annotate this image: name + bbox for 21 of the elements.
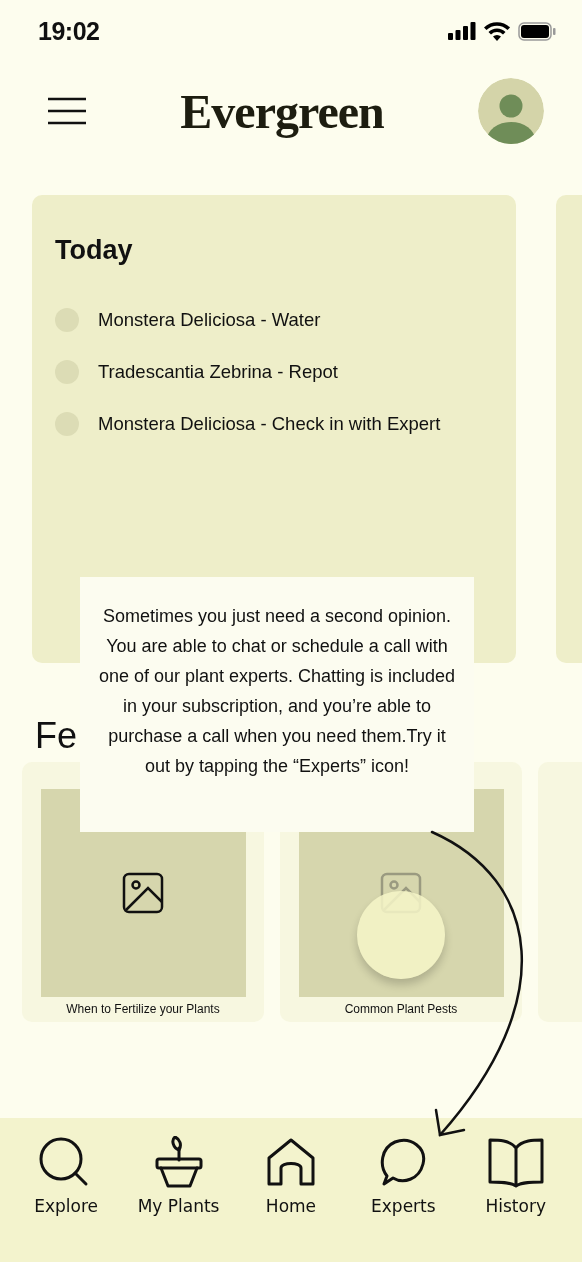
signal-icon [448,22,476,40]
article-caption: Common Plant Pests [344,1002,458,1016]
nav-item[interactable]: My Plants [126,1136,231,1216]
image-icon [122,872,164,914]
task-label: Monstera Deliciosa - Water [98,309,321,331]
hint-tooltip: Sometimes you just need a second opinion. You are able to chat or schedule a call with one of our plant experts. Chatting is included in your subscription, and you’re able to purchase a call when you need them.Try it out by tapping the “Experts” icon! [80,577,474,832]
avatar-button[interactable] [478,78,544,144]
nav-item[interactable]: Home [238,1136,343,1216]
article-caption: When to Fertilize your Plants [66,1002,220,1016]
battery-icon [518,21,556,41]
nav-item[interactable]: Explore [14,1136,119,1216]
task-label: Monstera Deliciosa - Check in with Expert [98,413,441,435]
section-heading: Fe [35,715,77,758]
task-label: Tradescantia Zebrina - Repot [98,361,338,383]
status-time: 19:02 [38,16,100,46]
wifi-icon [484,21,510,41]
app-title: Evergreen [180,83,384,139]
nav-item[interactable]: History [463,1136,568,1216]
nav-item[interactable]: Experts [351,1136,456,1216]
card-title: Today [55,235,134,266]
menu-button[interactable] [48,97,86,125]
